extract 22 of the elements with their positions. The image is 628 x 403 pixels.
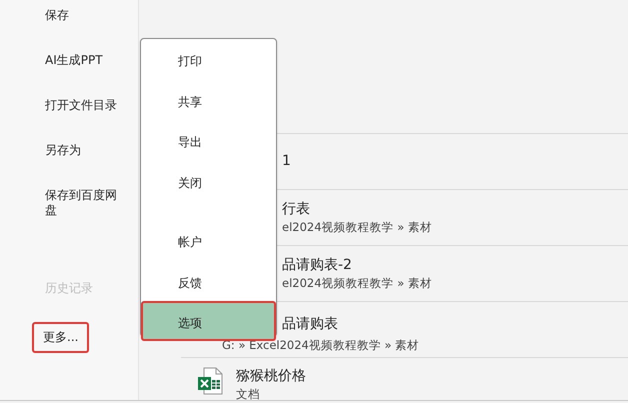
sidebar-item[interactable]: 打开文件目录 xyxy=(34,94,128,117)
menu-item[interactable]: 打印 xyxy=(141,39,276,80)
menu-item[interactable]: 导出 xyxy=(141,120,276,160)
menu-item[interactable]: 选项 xyxy=(141,301,276,341)
spreadsheet-file-icon xyxy=(198,367,224,395)
file-path: 文档 xyxy=(236,386,260,400)
menu-item[interactable]: 共享 xyxy=(141,80,276,120)
file-path: el2024视频教程教学 » 素材 xyxy=(282,218,432,236)
file-name[interactable]: 品请购表 xyxy=(282,316,338,332)
file-name[interactable]: 品请购表-2 xyxy=(282,256,352,274)
file-name[interactable]: 猕猴桃价格 xyxy=(236,367,306,386)
menu-item[interactable]: 帐户 xyxy=(141,220,276,260)
sidebar-item[interactable]: AI生成PPT xyxy=(34,49,128,72)
file-path: el2024视频教程教学 » 素材 xyxy=(282,274,432,292)
file-name[interactable]: 行表 xyxy=(282,200,310,218)
menu-item[interactable]: 反馈 xyxy=(141,260,276,301)
file-name[interactable]: 1 xyxy=(282,152,291,171)
menu-item[interactable]: 关闭 xyxy=(141,160,276,201)
sidebar-item[interactable]: 另存为 xyxy=(34,139,128,162)
sidebar-item[interactable]: 更多... xyxy=(32,322,90,353)
sidebar-item[interactable]: 保存 xyxy=(34,4,128,27)
sidebar-item[interactable]: 保存到百度网盘 xyxy=(34,184,128,222)
